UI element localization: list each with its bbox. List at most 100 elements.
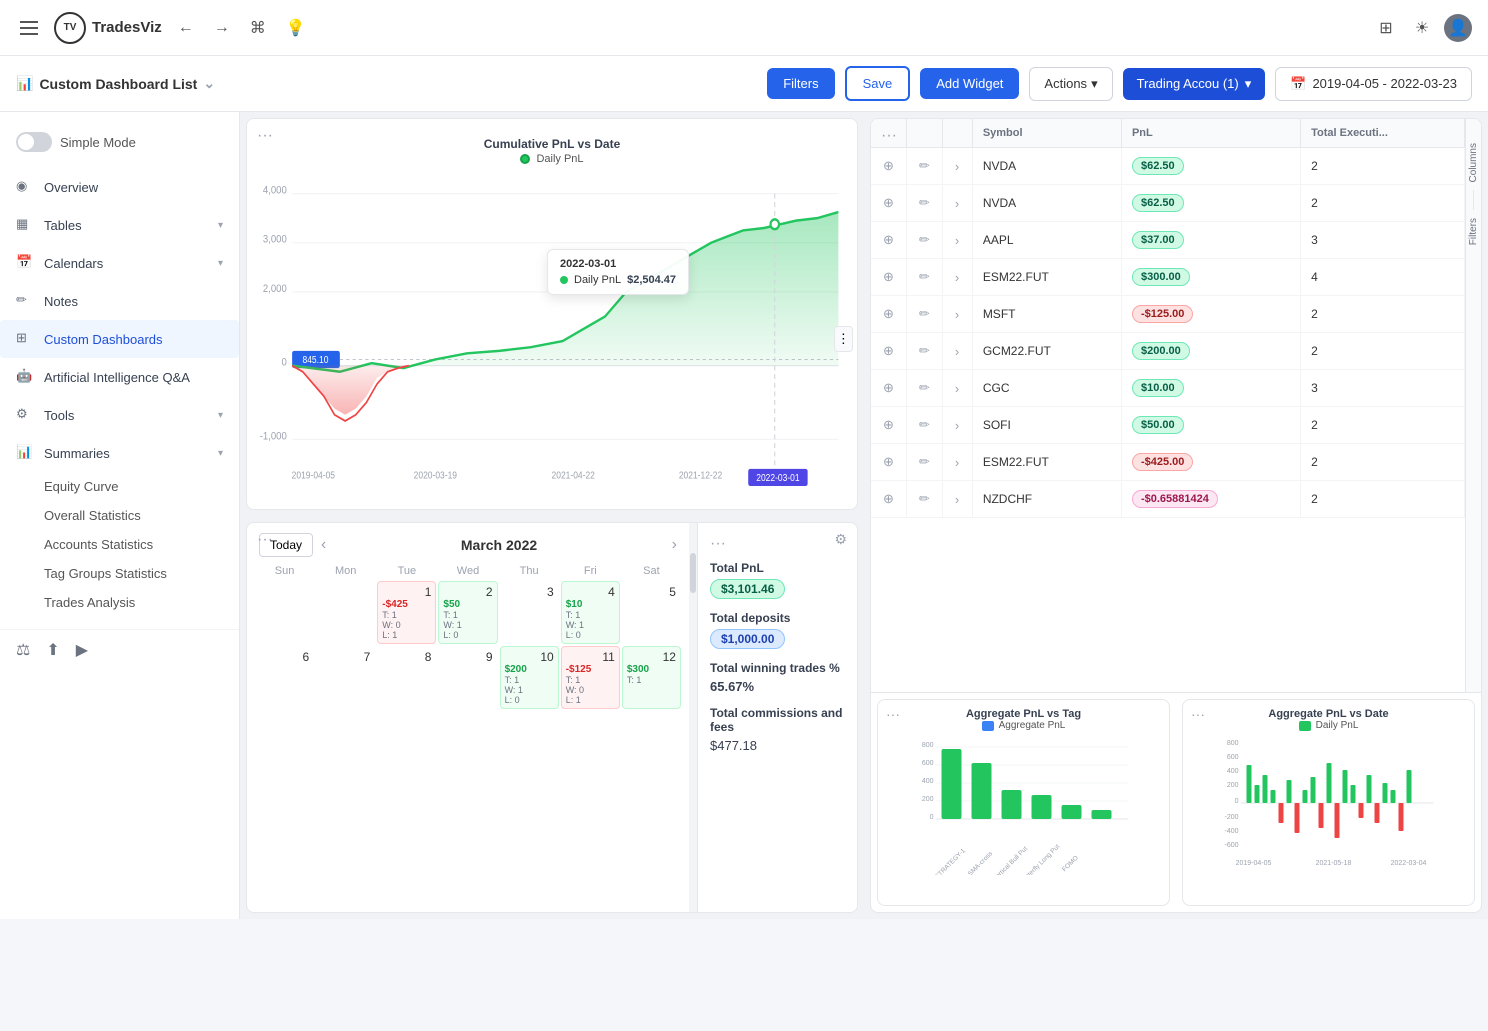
row-edit-btn[interactable]: ✏ — [917, 193, 932, 213]
hamburger-button[interactable] — [16, 17, 42, 39]
filters-sidebar-label[interactable]: Filters — [1468, 214, 1479, 249]
tools-chevron-icon: ▾ — [218, 410, 223, 421]
agg-date-dots[interactable]: ··· — [1191, 706, 1205, 722]
row-expand-btn[interactable]: › — [953, 268, 961, 287]
cal-cell-12[interactable]: 12 $300 T: 1 — [622, 646, 681, 709]
calendar-scroll-thumb[interactable] — [690, 553, 696, 593]
filters-button[interactable]: Filters — [767, 68, 834, 99]
account-button[interactable]: Trading Accou (1) ▾ — [1123, 68, 1266, 100]
row-edit-btn[interactable]: ✏ — [917, 230, 932, 250]
row-executions: 2 — [1301, 185, 1465, 222]
add-widget-button[interactable]: Add Widget — [920, 68, 1019, 99]
chart-canvas-area: 4,000 3,000 2,000 0 -1,000 845.10 — [247, 169, 857, 509]
sidebar-custom-dashboards-label: Custom Dashboards — [44, 332, 223, 347]
row-target-btn[interactable]: ⊕ — [881, 230, 896, 250]
cal-cell-4[interactable]: 4 $10 T: 1 W: 1 L: 0 — [561, 581, 620, 644]
sidebar-item-tables[interactable]: ▦ Tables ▾ — [0, 206, 239, 244]
row-target-btn[interactable]: ⊕ — [881, 341, 896, 361]
sidebar-sub-trades-analysis[interactable]: Trades Analysis — [44, 588, 239, 617]
svg-text:400: 400 — [922, 778, 934, 785]
table-scroll-area[interactable]: Symbol PnL Total Executi... ⊕✏›NVDA$62.5… — [871, 119, 1465, 692]
row-expand-btn[interactable]: › — [953, 305, 961, 324]
cal-cell-1[interactable]: 1 -$425 T: 1 W: 0 L: 1 — [377, 581, 436, 644]
totals-dots[interactable]: ··· — [710, 535, 845, 553]
bottom-bar-icon1[interactable]: ⚖ — [16, 640, 30, 660]
tables-chevron-icon: ▾ — [218, 220, 223, 231]
back-button[interactable]: ← — [174, 15, 198, 41]
bottom-bar-icon2[interactable]: ⬆ — [46, 640, 59, 660]
cal-cell-2[interactable]: 2 $50 T: 1 W: 1 L: 0 — [438, 581, 497, 644]
sidebar-item-custom-dashboards[interactable]: ⊞ Custom Dashboards — [0, 320, 239, 358]
sidebar-item-notes[interactable]: ✏ Notes — [0, 282, 239, 320]
row-expand-btn[interactable]: › — [953, 453, 961, 472]
svg-text:-400: -400 — [1224, 828, 1238, 835]
sidebar-item-summaries[interactable]: 📊 Summaries ▾ — [0, 434, 239, 472]
columns-sidebar-label[interactable]: Columns — [1468, 139, 1479, 186]
row-symbol: AAPL — [972, 222, 1121, 259]
cal-cell-11[interactable]: 11 -$125 T: 1 W: 0 L: 1 — [561, 646, 620, 709]
sidebar-item-calendars[interactable]: 📅 Calendars ▾ — [0, 244, 239, 282]
row-edit-btn[interactable]: ✏ — [917, 489, 932, 509]
row-edit-btn[interactable]: ✏ — [917, 415, 932, 435]
table-header-row: Symbol PnL Total Executi... — [871, 119, 1465, 148]
forward-button[interactable]: → — [210, 15, 234, 41]
col-symbol[interactable]: Symbol — [972, 119, 1121, 148]
row-target-btn[interactable]: ⊕ — [881, 267, 896, 287]
theme-button[interactable]: ☀ — [1408, 14, 1436, 42]
bulb-button[interactable]: 💡 — [282, 14, 310, 42]
cal-prev-btn[interactable]: ‹ — [321, 536, 326, 554]
row-target-btn[interactable]: ⊕ — [881, 193, 896, 213]
save-button[interactable]: Save — [845, 66, 911, 101]
row-edit-btn[interactable]: ✏ — [917, 378, 932, 398]
col-executions[interactable]: Total Executi... — [1301, 119, 1465, 148]
row-target-btn[interactable]: ⊕ — [881, 378, 896, 398]
row-expand-btn[interactable]: › — [953, 194, 961, 213]
agg-tag-dots[interactable]: ··· — [886, 706, 900, 722]
row-expand-btn[interactable]: › — [953, 416, 961, 435]
row-executions: 3 — [1301, 370, 1465, 407]
row-target-btn[interactable]: ⊕ — [881, 452, 896, 472]
row-expand-btn[interactable]: › — [953, 157, 961, 176]
cal-cell-10[interactable]: 10 $200 T: 1 W: 1 L: 0 — [500, 646, 559, 709]
sidebar-item-ai-qa[interactable]: 🤖 Artificial Intelligence Q&A — [0, 358, 239, 396]
row-target-btn[interactable]: ⊕ — [881, 156, 896, 176]
date-range-button[interactable]: 📅 2019-04-05 - 2022-03-23 — [1275, 67, 1472, 101]
actions-button[interactable]: Actions ▾ — [1029, 67, 1112, 101]
chart-widget-dots[interactable]: ··· — [257, 127, 273, 145]
sidebar-sub-equity-curve[interactable]: Equity Curve — [44, 472, 239, 501]
calendar-widget-gear[interactable]: ⚙ — [834, 531, 847, 548]
simple-mode-toggle[interactable]: Simple Mode — [0, 124, 239, 168]
row-target-btn[interactable]: ⊕ — [881, 415, 896, 435]
row-expand-btn[interactable]: › — [953, 379, 961, 398]
cal-next-btn[interactable]: › — [672, 536, 677, 554]
row-target-btn[interactable]: ⊕ — [881, 489, 896, 509]
row-symbol: ESM22.FUT — [972, 259, 1121, 296]
row-target-btn[interactable]: ⊕ — [881, 304, 896, 324]
row-expand-btn[interactable]: › — [953, 342, 961, 361]
row-edit-btn[interactable]: ✏ — [917, 304, 932, 324]
chart-scroll-btn[interactable]: ⋮ — [834, 326, 853, 352]
row-edit-btn[interactable]: ✏ — [917, 452, 932, 472]
row-expand-btn[interactable]: › — [953, 490, 961, 509]
user-button[interactable]: 👤 — [1444, 14, 1472, 42]
sidebar-sub-tag-groups[interactable]: Tag Groups Statistics — [44, 559, 239, 588]
row-edit-btn[interactable]: ✏ — [917, 267, 932, 287]
toggle-switch[interactable] — [16, 132, 52, 152]
command-button[interactable]: ⌘ — [246, 14, 270, 42]
sidebar-item-tools[interactable]: ⚙ Tools ▾ — [0, 396, 239, 434]
table-widget-dots[interactable]: ··· — [881, 127, 897, 145]
row-expand-btn[interactable]: › — [953, 231, 961, 250]
bottom-bar-icon3[interactable]: ▶ — [76, 640, 88, 660]
ai-icon: 🤖 — [16, 368, 34, 386]
row-executions: 2 — [1301, 444, 1465, 481]
row-edit-btn[interactable]: ✏ — [917, 341, 932, 361]
col-pnl[interactable]: PnL — [1121, 119, 1300, 148]
sidebar-sub-overall-stats[interactable]: Overall Statistics — [44, 501, 239, 530]
row-edit-btn[interactable]: ✏ — [917, 156, 932, 176]
sidebar-item-overview[interactable]: ◉ Overview — [0, 168, 239, 206]
svg-text:2022-03-04: 2022-03-04 — [1391, 860, 1427, 867]
calendar-scrollbar[interactable] — [689, 523, 697, 913]
grid-button[interactable]: ⊞ — [1372, 14, 1400, 42]
calendar-widget-dots[interactable]: ··· — [257, 531, 273, 549]
sidebar-sub-accounts-stats[interactable]: Accounts Statistics — [44, 530, 239, 559]
